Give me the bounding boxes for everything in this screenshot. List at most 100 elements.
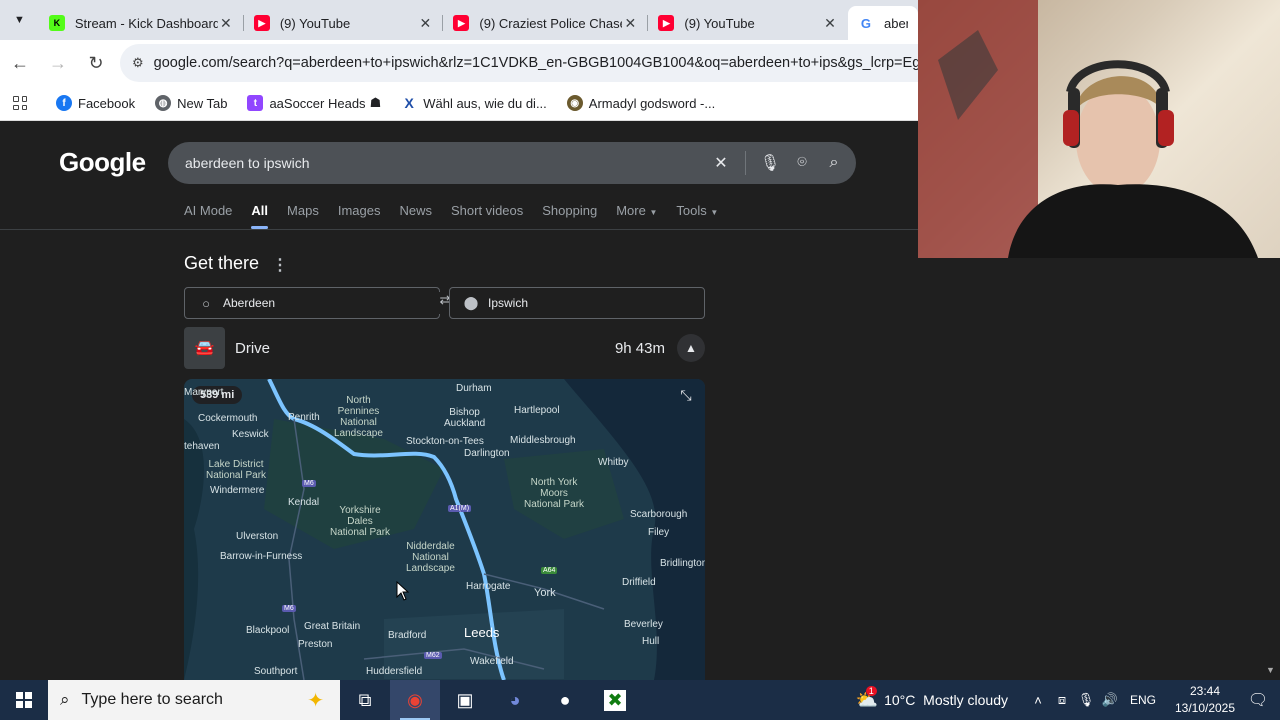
bookmark-new-tab[interactable]: ◍ New Tab bbox=[155, 95, 227, 111]
notifications-icon[interactable]: 🗨 bbox=[1246, 690, 1270, 710]
bookmark-waehl-aus[interactable]: X Wähl aus, wie du di... bbox=[401, 95, 547, 111]
tab-kick[interactable]: K Stream - Kick Dashboard ✕ bbox=[39, 6, 244, 40]
arrow-left-icon: ← bbox=[11, 52, 29, 73]
youtube-icon: ▶ bbox=[453, 15, 470, 31]
search-input[interactable]: aberdeen to ipswich bbox=[185, 155, 705, 171]
tab-google-active[interactable]: G aberd bbox=[847, 6, 918, 40]
route-map[interactable]: 539 mi ⤡ Durham Hartlepool Bishop Auckla… bbox=[184, 379, 705, 680]
tab-search-button[interactable]: ▼ bbox=[0, 0, 39, 40]
chevron-up-icon[interactable]: ▲ bbox=[677, 334, 705, 362]
close-icon[interactable]: ✕ bbox=[218, 15, 234, 32]
travel-duration: 9h 43m bbox=[614, 339, 665, 357]
back-button[interactable]: ← bbox=[2, 45, 38, 81]
filter-images[interactable]: Images bbox=[338, 203, 381, 229]
task-view-button[interactable]: ⧉ bbox=[340, 680, 390, 720]
google-logo[interactable]: Google bbox=[59, 147, 146, 178]
caret-down-icon: ▼ bbox=[710, 208, 719, 217]
task-view-icon: ⧉ bbox=[358, 689, 372, 710]
clock[interactable]: 23:44 13/10/2025 bbox=[1170, 683, 1240, 717]
xbox-taskbar-button[interactable]: ✖ bbox=[590, 680, 640, 720]
x-logo-icon: X bbox=[401, 95, 418, 111]
bookmark-soccer-heads[interactable]: t aaSoccer Heads ☗ bbox=[247, 95, 381, 111]
weather-text[interactable]: 10°C Mostly cloudy bbox=[884, 692, 1008, 708]
camera-lens-icon[interactable]: ⌾ bbox=[786, 154, 818, 172]
reload-button[interactable]: ↻ bbox=[78, 45, 114, 81]
forward-button[interactable]: → bbox=[40, 45, 76, 81]
map-label: Penrith bbox=[288, 412, 320, 423]
bookmarks-bar: f Facebook ◍ New Tab t aaSoccer Heads ☗ … bbox=[0, 86, 918, 121]
map-label: Beverley bbox=[624, 619, 663, 630]
origin-field[interactable]: ○ Aberdeen bbox=[184, 287, 440, 319]
image-icon: ▣ bbox=[456, 689, 474, 710]
map-label: Great Britain bbox=[304, 621, 361, 632]
filter-all[interactable]: All bbox=[251, 203, 268, 229]
weather-icon[interactable]: ⛅ 1 bbox=[856, 685, 878, 711]
chevron-up-icon[interactable]: ˄ bbox=[1026, 693, 1050, 708]
search-divider bbox=[745, 151, 746, 175]
tab-title: (9) YouTube bbox=[684, 15, 755, 31]
close-icon[interactable]: ✕ bbox=[622, 15, 638, 32]
drive-option[interactable]: 🚘 Drive 9h 43m ▲ bbox=[184, 327, 705, 369]
road-shield-m6: M6 bbox=[282, 605, 296, 612]
microphone-icon[interactable]: 🎙 bbox=[754, 153, 786, 173]
taskbar-search[interactable]: ⌕ Type here to search ✦ bbox=[48, 680, 340, 720]
clear-icon[interactable]: ✕ bbox=[705, 153, 737, 173]
scroll-down-icon[interactable]: ▼ bbox=[1266, 665, 1275, 675]
more-vert-icon[interactable]: ⋮ bbox=[272, 255, 288, 275]
address-bar[interactable]: ⚙ google.com/search?q=aberdeen+to+ipswic… bbox=[120, 44, 940, 82]
system-tray: ⛅ 1 10°C Mostly cloudy ˄ ⧈ 🎙 🔊 ENG 23:44 … bbox=[856, 680, 1280, 720]
filter-short-videos[interactable]: Short videos bbox=[451, 203, 523, 229]
filter-maps[interactable]: Maps bbox=[287, 203, 319, 229]
tab-youtube-police[interactable]: ▶ (9) Craziest Police Chases ✕ bbox=[443, 6, 649, 40]
bookmark-label: Wähl aus, wie du di... bbox=[423, 95, 547, 111]
road-shield-a1m: A1(M) bbox=[448, 505, 472, 512]
search-icon[interactable]: ⌕ bbox=[818, 154, 850, 172]
destination-field[interactable]: ⬤ Ipswich bbox=[449, 287, 705, 319]
discord-taskbar-button[interactable]: ◕ bbox=[490, 680, 540, 720]
map-label: York bbox=[534, 587, 556, 599]
bookmark-armadyl[interactable]: ◉ Armadyl godsword -... bbox=[566, 95, 715, 111]
map-label: tehaven bbox=[184, 441, 220, 452]
search-box[interactable]: aberdeen to ipswich ✕ 🎙 ⌾ ⌕ bbox=[168, 142, 856, 184]
map-label: North York Moors National Park bbox=[524, 477, 585, 510]
tab-title: (9) YouTube bbox=[279, 15, 351, 31]
microphone-icon[interactable]: 🎙 bbox=[1074, 692, 1098, 708]
close-icon[interactable]: ✕ bbox=[822, 15, 838, 32]
bookmark-facebook[interactable]: f Facebook bbox=[56, 95, 135, 111]
filter-tools[interactable]: Tools ▼ bbox=[676, 203, 718, 229]
start-button[interactable] bbox=[0, 680, 48, 720]
map-label: Durham bbox=[456, 383, 492, 394]
emoji-icon: ☗ bbox=[369, 95, 382, 110]
tab-title: Stream - Kick Dashboard bbox=[74, 15, 218, 31]
meet-now-icon[interactable]: ⧈ bbox=[1050, 692, 1074, 708]
twitch-icon: t bbox=[247, 95, 264, 111]
screen: ▼ K Stream - Kick Dashboard ✕ ▶ (9) YouT… bbox=[0, 0, 1280, 720]
map-label: North Pennines National Landscape bbox=[334, 395, 383, 439]
photos-taskbar-button[interactable]: ▣ bbox=[440, 680, 490, 720]
site-info-icon[interactable]: ⚙ bbox=[132, 55, 144, 71]
tab-youtube-2[interactable]: ▶ (9) YouTube ✕ bbox=[648, 6, 848, 40]
browser-toolbar: ← → ↻ ⚙ google.com/search?q=aberdeen+to+… bbox=[0, 40, 940, 86]
tab-strip: ▼ K Stream - Kick Dashboard ✕ ▶ (9) YouT… bbox=[0, 0, 918, 40]
filter-more[interactable]: More ▼ bbox=[616, 203, 657, 229]
obs-taskbar-button[interactable]: ● bbox=[540, 680, 590, 720]
map-label: Southport bbox=[254, 666, 298, 677]
chrome-taskbar-button[interactable]: ◉ bbox=[390, 680, 440, 720]
map-label: Hartlepool bbox=[514, 405, 560, 416]
volume-icon[interactable]: 🔊 bbox=[1098, 692, 1122, 708]
taskbar-search-placeholder: Type here to search bbox=[81, 691, 223, 708]
apps-button[interactable] bbox=[0, 96, 40, 110]
filter-ai-mode[interactable]: AI Mode bbox=[184, 203, 232, 229]
xbox-icon: ✖ bbox=[604, 689, 626, 711]
map-label: Barrow-in-Furness bbox=[220, 551, 303, 562]
google-results-page: Google aberdeen to ipswich ✕ 🎙 ⌾ ⌕ AI Mo… bbox=[0, 121, 918, 680]
filter-news[interactable]: News bbox=[399, 203, 432, 229]
filter-shopping[interactable]: Shopping bbox=[542, 203, 597, 229]
map-label: Blackpool bbox=[246, 625, 290, 636]
collapse-map-icon[interactable]: ⤡ bbox=[674, 387, 698, 411]
bookmark-label: Facebook bbox=[78, 95, 136, 111]
close-icon[interactable]: ✕ bbox=[417, 15, 433, 32]
tab-youtube-1[interactable]: ▶ (9) YouTube ✕ bbox=[244, 6, 444, 40]
wiki-icon: ◉ bbox=[566, 95, 583, 111]
language-indicator[interactable]: ENG bbox=[1130, 693, 1156, 707]
